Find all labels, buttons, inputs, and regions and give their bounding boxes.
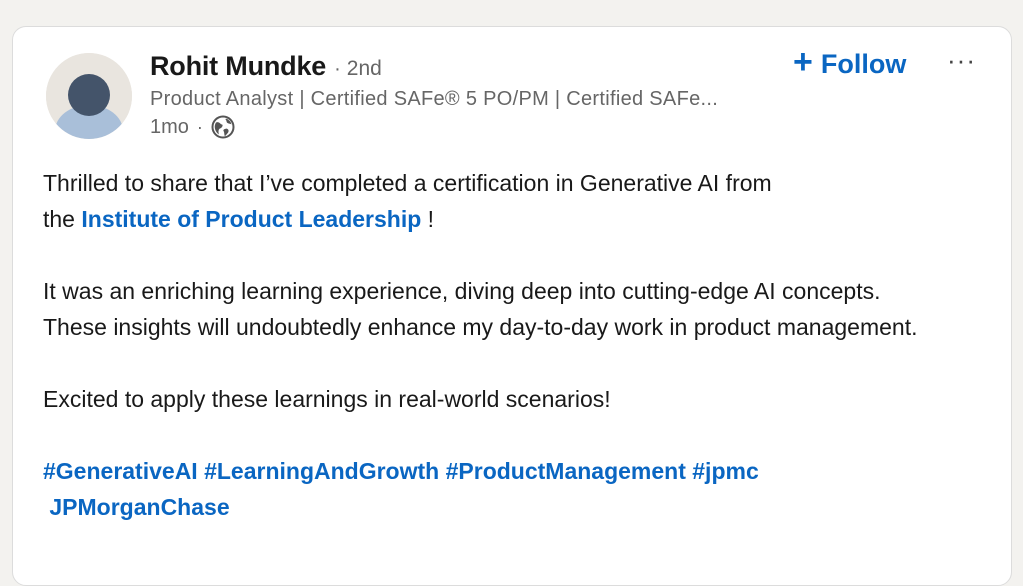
follow-label: Follow (820, 48, 907, 79)
mention-institute-link[interactable]: Institute of Product Leadership (81, 206, 421, 232)
author-name-row: Rohit Mundke · 2nd (150, 51, 382, 82)
body-line-2: the Institute of Product Leadership ! (43, 201, 943, 237)
body-line-2-prefix: the (43, 206, 82, 232)
plus-icon: + (793, 43, 813, 81)
post-meta: 1mo · (150, 115, 235, 139)
connection-degree: 2nd (346, 57, 382, 80)
author-name[interactable]: Rohit Mundke (150, 51, 326, 82)
hashtag-list: #GenerativeAI #LearningAndGrowth #Produc… (43, 453, 943, 489)
hashtag-link[interactable]: #GenerativeAI (43, 458, 198, 484)
author-headline: Product Analyst | Certified SAFe® 5 PO/P… (150, 88, 719, 110)
post-timestamp: 1mo (150, 115, 189, 138)
body-paragraph-2: It was an enriching learning experience,… (43, 278, 918, 340)
person-silhouette-icon (46, 53, 132, 139)
connection-separator: · (334, 58, 341, 80)
post-card: Rohit Mundke · 2nd Product Analyst | Cer… (12, 26, 1012, 586)
follow-button[interactable]: + Follow (789, 45, 910, 83)
more-options-button[interactable]: ··· (943, 43, 980, 78)
post-body: Thrilled to share that I’ve completed a … (43, 165, 943, 525)
hashtag-link[interactable]: #LearningAndGrowth (204, 458, 439, 484)
company-mention-row: JPMorganChase (43, 489, 943, 525)
meta-separator: · (196, 116, 203, 137)
globe-icon (211, 115, 235, 139)
body-line-1: Thrilled to share that I’ve completed a … (43, 170, 772, 196)
hashtag-link[interactable]: #jpmc (692, 458, 758, 484)
company-mention-link[interactable]: JPMorganChase (49, 494, 229, 520)
body-line-2-suffix: ! (421, 206, 435, 232)
body-paragraph-3: Excited to apply these learnings in real… (43, 386, 611, 412)
author-avatar[interactable] (46, 53, 132, 139)
hashtag-link[interactable]: #ProductManagement (446, 458, 686, 484)
